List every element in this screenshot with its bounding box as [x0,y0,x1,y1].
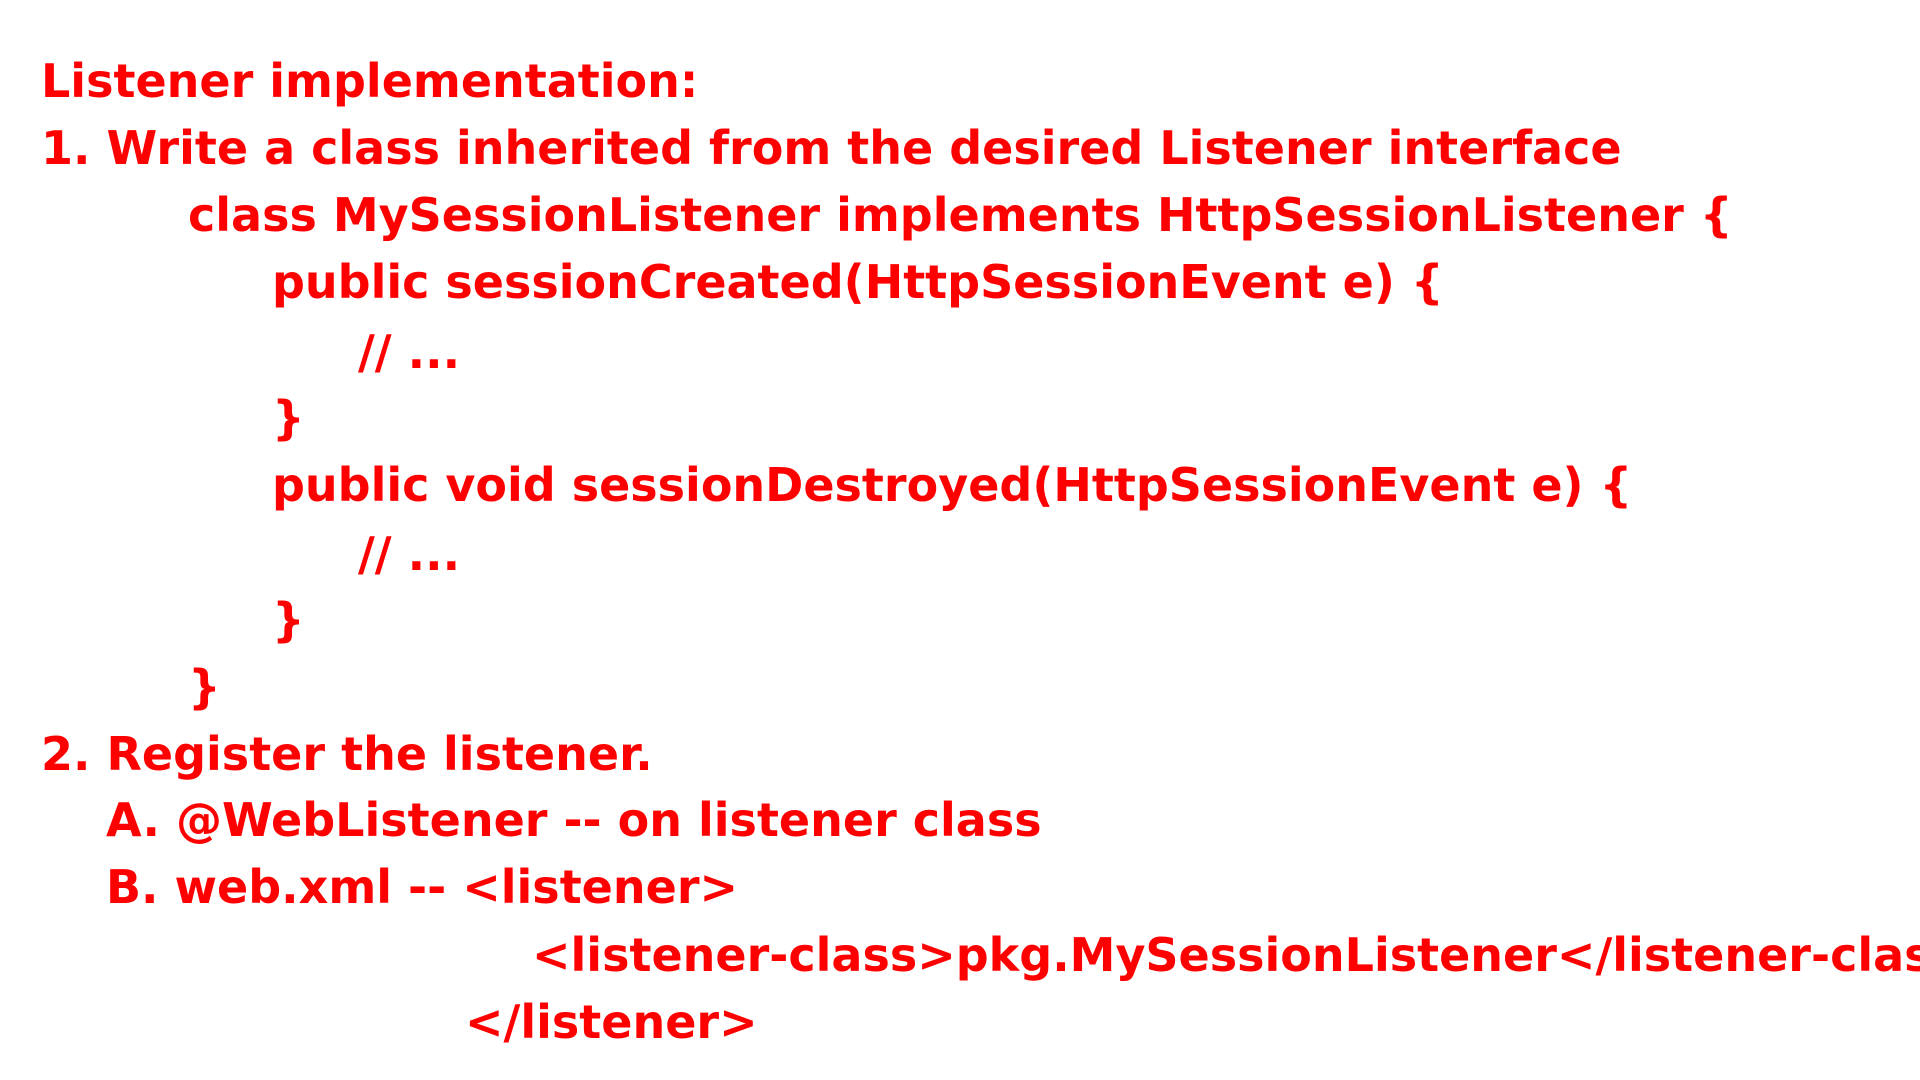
option-b-text: B. web.xml -- <listener> [106,860,739,914]
option-a-text: A. @WebListener -- on listener class [106,793,1042,847]
code-method1-close: } [272,391,305,445]
xml-listener-close-line: </listener> [465,995,758,1049]
code-method2-close: } [272,593,305,647]
slide-canvas: Listener implementation: 1. Write a clas… [0,0,1920,1080]
code-method2-body: // ... [358,527,461,581]
code-method1-body: // ... [358,325,461,379]
step-2-text: 2. Register the listener. [41,727,653,781]
code-method1-signature: public sessionCreated(HttpSessionEvent e… [272,255,1444,309]
slide-heading: Listener implementation: [41,54,699,108]
code-method2-signature: public void sessionDestroyed(HttpSession… [272,458,1633,512]
step-1-text: 1. Write a class inherited from the desi… [41,121,1622,175]
code-class-close: } [188,660,221,714]
code-class-declaration: class MySessionListener implements HttpS… [188,188,1733,242]
xml-listener-class-line: <listener-class>pkg.MySessionListener</l… [532,928,1920,982]
